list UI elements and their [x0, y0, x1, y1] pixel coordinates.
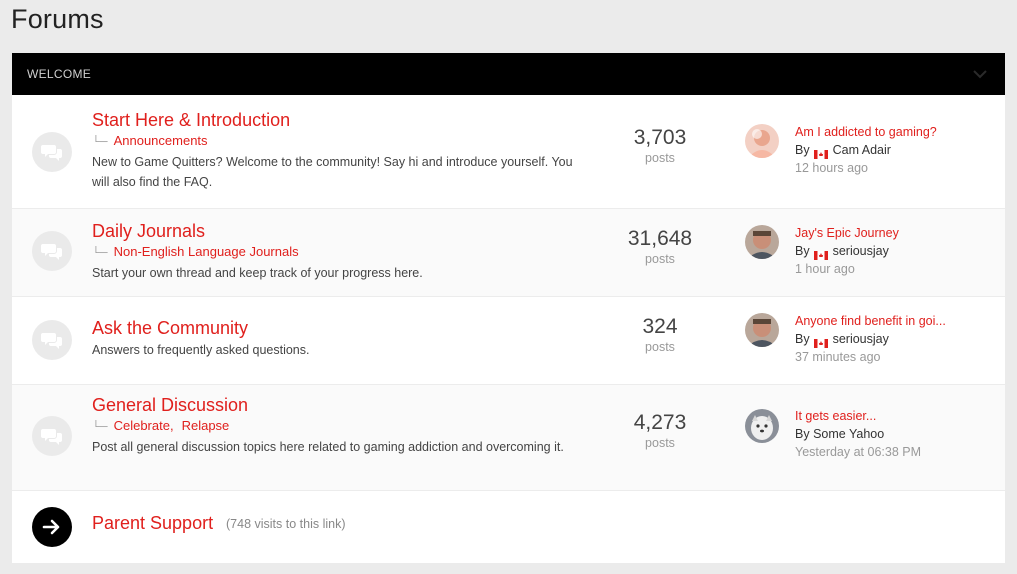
forum-category-block: WELCOME Start Here & Introduction └─ Anno… — [12, 53, 1005, 563]
forum-title-link[interactable]: Ask the Community — [92, 317, 248, 339]
subforum-arrow-icon: └─ — [92, 421, 108, 433]
canada-flag-icon — [813, 247, 828, 260]
forum-title-link[interactable]: Start Here & Introduction — [92, 109, 290, 131]
forum-row: Start Here & Introduction └─ Announcement… — [12, 95, 1005, 209]
last-post-byline: By Some Yahoo — [795, 425, 995, 443]
post-count-label: posts — [645, 151, 675, 165]
last-post: Am I addicted to gaming? By Cam Adair 12… — [795, 123, 995, 177]
post-count-label: posts — [645, 340, 675, 354]
subforum-list: └─ Celebrate, Relapse — [92, 417, 587, 436]
canada-flag-icon — [813, 335, 828, 348]
last-post-title-link[interactable]: Am I addicted to gaming? — [795, 123, 955, 141]
last-post-author-link[interactable]: seriousjay — [833, 242, 889, 260]
post-count-label: posts — [645, 436, 675, 450]
subforum-list: └─ Non-English Language Journals — [92, 243, 587, 262]
avatar[interactable] — [745, 409, 779, 443]
subforum-arrow-icon: └─ — [92, 247, 108, 259]
last-post-author-link[interactable]: Some Yahoo — [813, 425, 884, 443]
last-post-byline: By seriousjay — [795, 242, 995, 260]
chat-bubbles-icon — [32, 416, 72, 456]
last-post-author-link[interactable]: Cam Adair — [833, 141, 891, 159]
collapse-chevron-icon[interactable] — [972, 67, 988, 81]
post-count: 3,703 — [633, 126, 687, 149]
last-post-time: 1 hour ago — [795, 262, 855, 276]
subforum-link[interactable]: Non-English Language Journals — [114, 244, 299, 259]
last-post-byline: By Cam Adair — [795, 141, 995, 159]
post-count: 31,648 — [627, 227, 693, 250]
forum-row: General Discussion └─ Celebrate, Relapse P… — [12, 385, 1005, 491]
forum-description: Answers to frequently asked questions. — [92, 343, 310, 357]
last-post-time: Yesterday at 06:38 PM — [795, 445, 922, 459]
forum-stats: 3,703 posts — [607, 126, 713, 165]
last-post-title-link[interactable]: Anyone find benefit in goi... — [795, 312, 955, 330]
category-title: WELCOME — [27, 67, 92, 81]
forum-info: Start Here & Introduction └─ Announcement… — [92, 109, 587, 192]
chat-bubbles-icon — [32, 231, 72, 271]
last-post-time: 12 hours ago — [795, 161, 868, 175]
forum-info: Ask the Community Answers to frequently … — [92, 317, 587, 360]
forum-stats: 4,273 posts — [607, 411, 713, 450]
avatar[interactable] — [745, 225, 779, 259]
page-title: Forums — [11, 4, 104, 34]
last-post: It gets easier... By Some Yahoo Yesterda… — [795, 407, 995, 461]
category-header: WELCOME — [12, 53, 1005, 95]
redirect-row: Parent Support (748 visits to this link) — [12, 491, 1005, 563]
arrow-right-icon — [32, 507, 72, 547]
forum-title-link[interactable]: Daily Journals — [92, 220, 205, 242]
canada-flag-icon — [813, 146, 828, 159]
last-post: Anyone find benefit in goi... By serious… — [795, 312, 995, 366]
chat-bubbles-icon — [32, 320, 72, 360]
forum-row: Ask the Community Answers to frequently … — [12, 297, 1005, 385]
forum-stats: 324 posts — [607, 315, 713, 354]
chat-bubbles-icon — [32, 132, 72, 172]
last-post-title-link[interactable]: It gets easier... — [795, 407, 955, 425]
last-post-byline: By seriousjay — [795, 330, 995, 348]
forum-description: New to Game Quitters? Welcome to the com… — [92, 155, 573, 189]
forum-description: Start your own thread and keep track of … — [92, 266, 423, 280]
last-post: Jay's Epic Journey By seriousjay 1 hour … — [795, 224, 995, 278]
subforum-link[interactable]: Announcements — [114, 133, 208, 148]
redirect-title-link[interactable]: Parent Support — [92, 513, 213, 534]
last-post-time: 37 minutes ago — [795, 350, 881, 364]
forum-stats: 31,648 posts — [607, 227, 713, 266]
post-count: 4,273 — [633, 411, 687, 434]
by-prefix: By — [795, 143, 810, 157]
avatar[interactable] — [745, 313, 779, 347]
subforum-link[interactable]: Celebrate, — [114, 418, 174, 433]
forum-title-link[interactable]: General Discussion — [92, 394, 248, 416]
last-post-title-link[interactable]: Jay's Epic Journey — [795, 224, 955, 242]
last-post-author-link[interactable]: seriousjay — [833, 330, 889, 348]
avatar[interactable] — [745, 124, 779, 158]
forum-row: Daily Journals └─ Non-English Language Jo… — [12, 209, 1005, 297]
subforum-list: └─ Announcements — [92, 132, 587, 151]
subforum-arrow-icon: └─ — [92, 136, 108, 148]
by-prefix: By — [795, 332, 810, 346]
by-prefix: By — [795, 427, 810, 441]
post-count: 324 — [642, 315, 678, 338]
forum-description: Post all general discussion topics here … — [92, 440, 564, 454]
by-prefix: By — [795, 244, 810, 258]
forum-info: Daily Journals └─ Non-English Language Jo… — [92, 220, 587, 283]
post-count-label: posts — [645, 252, 675, 266]
forum-info: General Discussion └─ Celebrate, Relapse P… — [92, 394, 587, 457]
redirect-visit-count: (748 visits to this link) — [226, 517, 346, 531]
subforum-link[interactable]: Relapse — [182, 418, 230, 433]
